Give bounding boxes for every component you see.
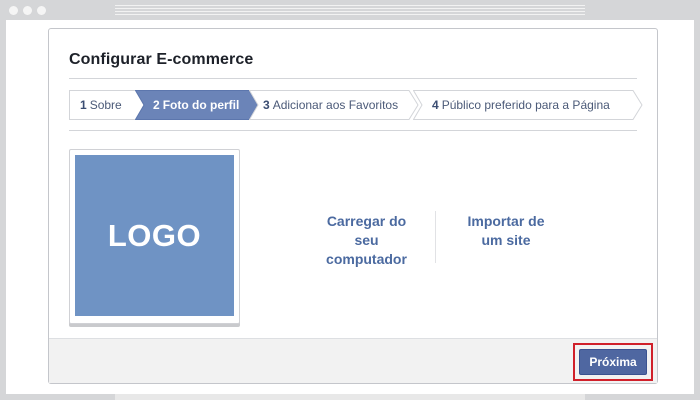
step-publico-preferido[interactable]: 4 Público preferido para a Página: [413, 90, 644, 120]
step-progress: 1 Sobre 2 Foto do perfil 3 Adicionar aos Fa…: [69, 90, 644, 120]
step-label: Público preferido para a Página: [441, 98, 610, 112]
step-sobre[interactable]: 1 Sobre: [69, 90, 145, 120]
dialog-footer: Próxima: [49, 338, 657, 383]
title-divider: [69, 78, 637, 79]
logo-text: LOGO: [107, 217, 202, 253]
step-label: Adicionar aos Favoritos: [272, 98, 399, 112]
step-foto-do-perfil[interactable]: 2 Foto do perfil: [135, 90, 259, 120]
profile-photo-preview: LOGO: [69, 149, 240, 324]
step-number: 3: [263, 98, 270, 112]
dialog-title: Configurar E-commerce: [69, 51, 254, 68]
options-divider: [435, 211, 436, 263]
browser-title-bar: [0, 0, 700, 20]
next-button-highlight: Próxima: [573, 343, 653, 381]
upload-from-computer-link[interactable]: Carregar do seu computador: [304, 212, 429, 269]
address-bar[interactable]: [115, 5, 585, 17]
import-from-site-link[interactable]: Importar de um site: [447, 212, 565, 250]
step-adicionar-aos-favoritos[interactable]: 3 Adicionar aos Favoritos: [249, 90, 419, 120]
steps-divider: [69, 130, 637, 131]
browser-bottom-tab: [115, 394, 585, 400]
step-number: 4: [432, 98, 439, 112]
step-number: 2: [153, 98, 160, 112]
browser-window: Configurar E-commerce 1 Sobre 2 Foto do pe…: [0, 0, 700, 400]
window-maximize-dot[interactable]: [37, 6, 46, 15]
step-label: Sobre: [89, 98, 122, 112]
next-button[interactable]: Próxima: [579, 349, 647, 375]
logo-placeholder: LOGO: [75, 155, 234, 316]
step-label: Foto do perfil: [162, 98, 240, 112]
step-number: 1: [80, 98, 87, 112]
window-close-dot[interactable]: [9, 6, 18, 15]
setup-dialog: Configurar E-commerce 1 Sobre 2 Foto do pe…: [48, 28, 658, 384]
window-minimize-dot[interactable]: [23, 6, 32, 15]
